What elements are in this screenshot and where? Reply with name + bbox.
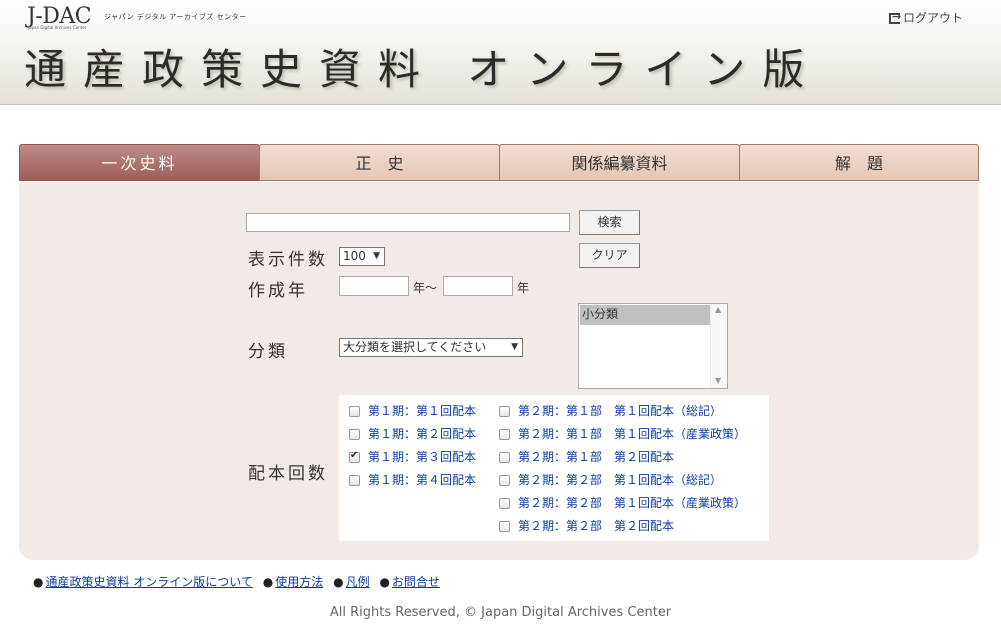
- year-to-suffix: 年: [517, 281, 530, 295]
- footer-links: ● 通産政策史資料 オンライン版について ● 使用方法 ● 凡例 ● お問合せ: [33, 573, 440, 590]
- issue-checkbox-item[interactable]: 第１期：第１回配本: [349, 402, 476, 419]
- scroll-up-icon[interactable]: ▲: [715, 305, 721, 314]
- issue-label: 第２期：第２部 第１回配本（総記）: [518, 473, 723, 487]
- issue-checkbox-item[interactable]: 第２期：第２部 第１回配本（産業政策）: [499, 494, 746, 511]
- year-from-input[interactable]: [339, 276, 409, 296]
- tab-primary-sources[interactable]: 一次史料: [19, 144, 260, 181]
- issue-label: 第２期：第２部 第２回配本: [518, 519, 675, 533]
- bullet: ●: [262, 575, 274, 589]
- logo-subtitle: Japan Digital Archives Center: [28, 25, 87, 30]
- contact-link[interactable]: お問合せ: [392, 575, 440, 589]
- issue-checkbox-item[interactable]: 第２期：第２部 第２回配本: [499, 517, 674, 534]
- dropdown-arrow-icon: ▼: [511, 342, 518, 352]
- usage-link[interactable]: 使用方法: [275, 575, 323, 589]
- checkbox[interactable]: [349, 406, 360, 417]
- dropdown-arrow-icon: ▼: [373, 251, 380, 261]
- issue-label: 第２期：第１部 第１回配本（総記）: [518, 404, 723, 418]
- year-label: 作成年: [248, 281, 308, 301]
- tab-official-history[interactable]: 正 史: [259, 144, 500, 181]
- issue-label: 第２期：第２部 第１回配本（産業政策）: [518, 496, 747, 510]
- checkbox[interactable]: [349, 475, 360, 486]
- logout-link[interactable]: ログアウト: [889, 9, 963, 26]
- page-title: 通産政策史資料 オンライン版: [24, 45, 822, 94]
- issue-checkbox-item[interactable]: 第２期：第１部 第１回配本（総記）: [499, 402, 722, 419]
- major-category-value: 大分類を選択してください: [343, 340, 487, 354]
- checkbox[interactable]: [349, 429, 360, 440]
- year-to-input[interactable]: [443, 276, 513, 296]
- clear-button[interactable]: クリア: [579, 243, 640, 268]
- issues-label: 配本回数: [248, 464, 328, 484]
- listbox-scrollbar[interactable]: ▲ ▼: [710, 304, 727, 388]
- checkbox[interactable]: [499, 498, 510, 509]
- issue-checkbox-item[interactable]: 第１期：第４回配本: [349, 471, 476, 488]
- display-count-value: 100: [343, 249, 366, 263]
- year-from-suffix: 年～: [413, 281, 438, 295]
- issue-label: 第１期：第３回配本: [368, 450, 477, 464]
- checkbox[interactable]: [499, 521, 510, 532]
- issue-checkbox-item[interactable]: 第２期：第１部 第２回配本: [499, 448, 674, 465]
- tab-related-materials[interactable]: 関係編纂資料: [499, 144, 740, 181]
- logo-japanese-name: ジャパン デジタル アーカイブズ センター: [104, 13, 247, 21]
- tab-bar: 一次史料 正 史 関係編纂資料 解 題: [19, 144, 979, 183]
- issue-label: 第２期：第１部 第２回配本: [518, 450, 675, 464]
- tab-commentary[interactable]: 解 題: [739, 144, 979, 181]
- issue-label: 第１期：第２回配本: [368, 427, 477, 441]
- issue-checkbox-item[interactable]: 第１期：第３回配本: [349, 448, 476, 465]
- checkbox[interactable]: [499, 475, 510, 486]
- display-count-select[interactable]: 100 ▼: [339, 247, 385, 266]
- issue-label: 第１期：第１回配本: [368, 404, 477, 418]
- category-label: 分類: [248, 342, 288, 362]
- display-count-label: 表示件数: [248, 250, 328, 270]
- issue-label: 第１期：第４回配本: [368, 473, 477, 487]
- copyright: All Rights Reserved, © Japan Digital Arc…: [329, 605, 672, 620]
- header: J-DAC Japan Digital Archives Center ジャパン…: [0, 0, 1001, 105]
- issue-label: 第２期：第１部 第１回配本（産業政策）: [518, 427, 747, 441]
- search-button[interactable]: 検索: [579, 210, 640, 235]
- logout-icon: [889, 10, 901, 24]
- issue-checkbox-item[interactable]: 第２期：第２部 第１回配本（総記）: [499, 471, 722, 488]
- bullet: ●: [379, 575, 390, 589]
- logout-label: ログアウト: [903, 11, 964, 25]
- scroll-down-icon[interactable]: ▼: [715, 376, 721, 385]
- minor-category-listbox[interactable]: 小分類 ▲ ▼: [578, 303, 728, 389]
- major-category-select[interactable]: 大分類を選択してください ▼: [339, 338, 523, 357]
- bullet: ●: [33, 575, 44, 589]
- checkbox[interactable]: [499, 429, 510, 440]
- checkbox[interactable]: [499, 406, 510, 417]
- checkbox[interactable]: [349, 450, 360, 463]
- checkbox[interactable]: [499, 452, 510, 463]
- search-input[interactable]: [246, 213, 570, 232]
- issue-checkbox-item[interactable]: 第１期：第２回配本: [349, 425, 476, 442]
- legend-link[interactable]: 凡例: [346, 575, 370, 589]
- about-link[interactable]: 通産政策史資料 オンライン版について: [45, 575, 252, 589]
- minor-category-option[interactable]: 小分類: [580, 305, 710, 325]
- issue-checkbox-item[interactable]: 第２期：第１部 第１回配本（産業政策）: [499, 425, 746, 442]
- bullet: ●: [333, 575, 344, 589]
